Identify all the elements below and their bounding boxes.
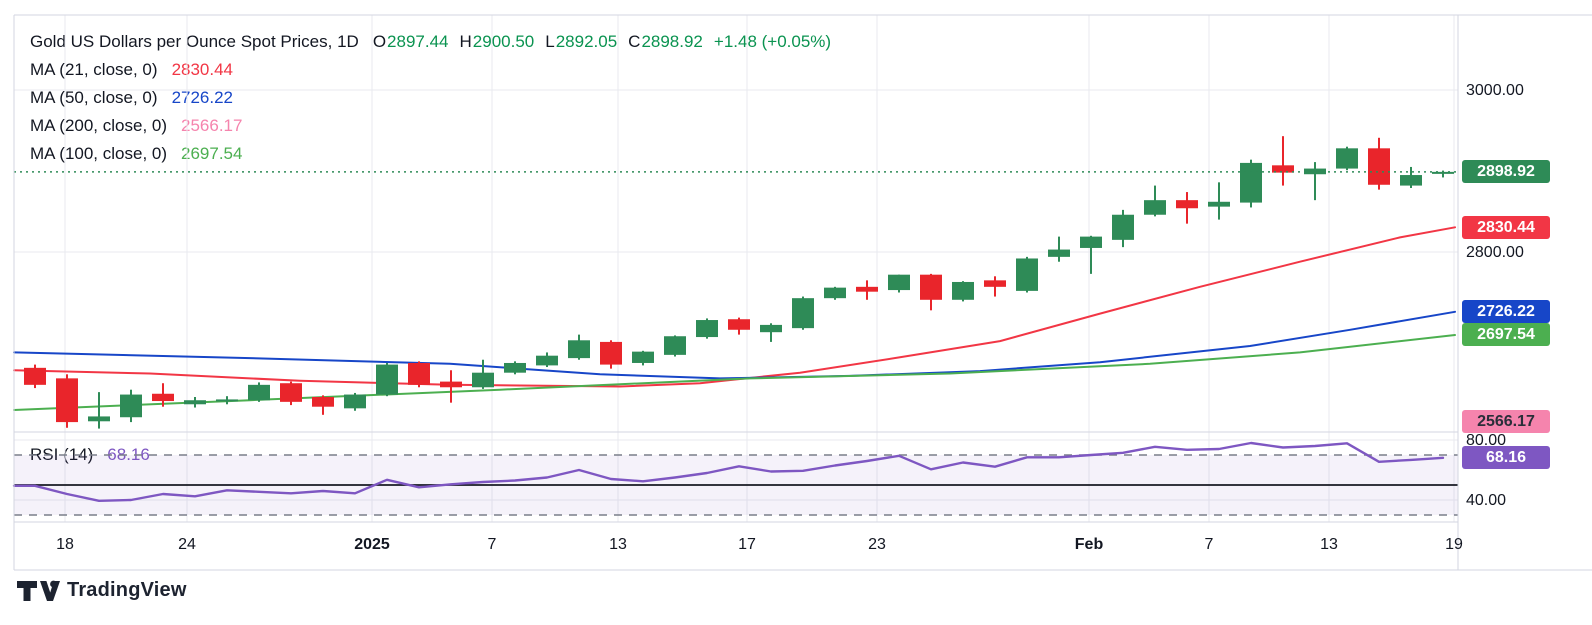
ma-label: MA (100, close, 0) <box>30 144 167 164</box>
rsi-value: 68.16 <box>107 445 150 465</box>
legend: Gold US Dollars per Ounce Spot Prices, 1… <box>30 28 831 168</box>
ma-legend-row: MA (100, close, 0) 2697.54 <box>30 140 831 168</box>
ma-label: MA (200, close, 0) <box>30 116 167 136</box>
rsi-legend: RSI (14) 68.16 <box>30 444 150 466</box>
ma-value: 2726.22 <box>172 88 233 108</box>
symbol-row: Gold US Dollars per Ounce Spot Prices, 1… <box>30 28 831 56</box>
time-axis[interactable] <box>14 522 1458 570</box>
ohlc-high: H2900.50 <box>460 32 535 52</box>
ma-label: MA (50, close, 0) <box>30 88 158 108</box>
ma-label: MA (21, close, 0) <box>30 60 158 80</box>
ohlc-open: O2897.44 <box>373 32 449 52</box>
ma-legend-rows: MA (21, close, 0) 2830.44 MA (50, close, 0… <box>30 56 831 168</box>
ma-value: 2566.17 <box>181 116 242 136</box>
ma-value: 2697.54 <box>181 144 242 164</box>
tradingview-logo-text: TradingView <box>67 579 187 602</box>
ma-legend-row: MA (200, close, 0) 2566.17 <box>30 112 831 140</box>
rsi-label: RSI (14) <box>30 445 93 465</box>
tradingview-logo[interactable]: TradingView <box>16 579 187 602</box>
ohlc-low: L2892.05 <box>545 32 617 52</box>
ma-legend-row: MA (21, close, 0) 2830.44 <box>30 56 831 84</box>
ohlc-close: C2898.92 <box>628 32 703 52</box>
change-value: +1.48 (+0.05%) <box>714 32 831 52</box>
price-axis[interactable] <box>1458 15 1592 570</box>
ma-legend-row: MA (50, close, 0) 2726.22 <box>30 84 831 112</box>
ma-value: 2830.44 <box>172 60 233 80</box>
symbol-title: Gold US Dollars per Ounce Spot Prices, 1… <box>30 32 359 52</box>
tradingview-chart-window: Gold US Dollars per Ounce Spot Prices, 1… <box>0 0 1592 625</box>
tradingview-logo-icon <box>16 580 60 602</box>
